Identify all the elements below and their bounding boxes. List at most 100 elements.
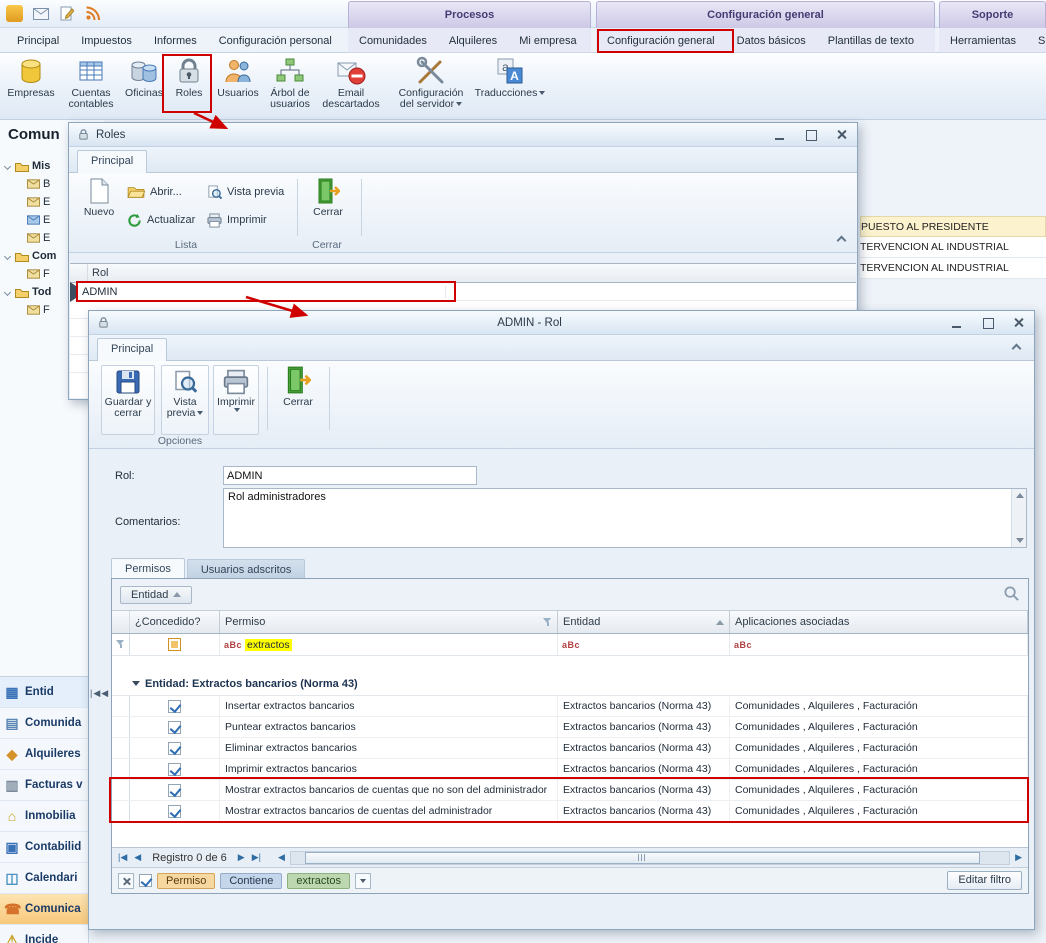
vista-previa-button[interactable]: Vista previa xyxy=(207,181,284,203)
table-row[interactable]: Insertar extractos bancarios Extractos b… xyxy=(112,696,1028,717)
app-logo-icon[interactable] xyxy=(6,5,23,22)
module-comunicaciones[interactable]: ☎Comunica xyxy=(0,894,88,925)
abrir-button[interactable]: Abrir... xyxy=(127,181,182,203)
traducciones-button[interactable]: aA Traducciones xyxy=(470,55,550,117)
remove-filter-button[interactable] xyxy=(118,873,134,889)
cerrar-button[interactable]: Cerrar xyxy=(307,177,349,218)
module-contabilidad[interactable]: ▣Contabilid xyxy=(0,832,88,863)
oficinas-button[interactable]: Oficinas xyxy=(122,55,166,117)
cerrar-button[interactable]: Cerrar xyxy=(275,365,321,435)
scroll-right-button[interactable]: ▶ xyxy=(1013,852,1024,863)
search-icon[interactable] xyxy=(1003,585,1020,605)
table-row[interactable]: Imprimir extractos bancarios Extractos b… xyxy=(112,759,1028,780)
tab-soporte-cut[interactable]: S xyxy=(1027,29,1046,53)
granted-checkbox[interactable] xyxy=(168,700,181,713)
scroll-left-button[interactable]: ◀ xyxy=(276,852,287,863)
collapse-panel-button[interactable]: |◀◀ xyxy=(90,688,109,699)
last-record-button[interactable]: ▶| xyxy=(250,852,263,863)
filter-field-chip[interactable]: Permiso xyxy=(157,873,215,889)
usuarios-button[interactable]: Usuarios xyxy=(214,55,262,117)
collapse-ribbon-icon[interactable] xyxy=(1012,344,1022,354)
tab-mi-empresa[interactable]: Mi empresa xyxy=(508,29,587,53)
module-facturas[interactable]: ▥Facturas v xyxy=(0,770,88,801)
tab-principal[interactable]: Principal xyxy=(6,29,70,53)
granted-checkbox[interactable] xyxy=(168,805,181,818)
horizontal-scrollbar[interactable] xyxy=(290,851,1010,865)
tab-informes[interactable]: Informes xyxy=(143,29,208,53)
module-calendario[interactable]: ◫Calendari xyxy=(0,863,88,894)
table-row[interactable]: Mostrar extractos bancarios de cuentas q… xyxy=(112,780,1028,801)
arbol-usuarios-button[interactable]: Árbol de usuarios xyxy=(264,55,316,117)
nuevo-button[interactable]: Nuevo xyxy=(79,177,119,218)
roles-dialog-titlebar[interactable]: Roles xyxy=(69,123,857,147)
table-row[interactable]: TERVENCION AL INDUSTRIAL xyxy=(860,237,1046,258)
granted-filter-checkbox[interactable] xyxy=(168,638,181,651)
tab-plantillas-texto[interactable]: Plantillas de texto xyxy=(817,29,925,53)
filter-enabled-checkbox[interactable] xyxy=(139,874,152,887)
minimize-button[interactable] xyxy=(949,316,964,329)
tab-principal[interactable]: Principal xyxy=(97,338,167,361)
module-entidades[interactable]: ▦Entid xyxy=(0,677,88,708)
group-by-entidad-button[interactable]: Entidad xyxy=(120,586,192,604)
granted-checkbox[interactable] xyxy=(168,784,181,797)
table-row[interactable]: Eliminar extractos bancarios Extractos b… xyxy=(112,738,1028,759)
roles-button[interactable]: Roles xyxy=(166,55,212,117)
granted-checkbox[interactable] xyxy=(168,742,181,755)
table-row[interactable]: TERVENCION AL INDUSTRIAL xyxy=(860,258,1046,279)
tab-usuarios-adscritos[interactable]: Usuarios adscritos xyxy=(187,559,305,578)
column-entidad[interactable]: Entidad xyxy=(558,611,730,633)
module-alquileres[interactable]: ◆Alquileres xyxy=(0,739,88,770)
filter-value-chip[interactable]: extractos xyxy=(287,873,350,889)
rol-input[interactable] xyxy=(223,466,477,485)
tab-datos-basicos[interactable]: Datos básicos xyxy=(726,29,817,53)
mail-icon[interactable] xyxy=(32,5,49,22)
tab-configuracion-personal[interactable]: Configuración personal xyxy=(208,29,343,53)
comentarios-input[interactable]: Rol administradores xyxy=(223,488,1027,548)
edit-filter-button[interactable]: Editar filtro xyxy=(947,871,1022,890)
granted-checkbox[interactable] xyxy=(168,763,181,776)
close-button[interactable] xyxy=(1011,316,1026,329)
close-button[interactable] xyxy=(834,128,849,141)
tab-comunidades[interactable]: Comunidades xyxy=(348,29,438,53)
table-row[interactable]: PUESTO AL PRESIDENTE xyxy=(860,216,1046,237)
guardar-y-cerrar-button[interactable]: Guardar y cerrar xyxy=(101,365,155,435)
maximize-button[interactable] xyxy=(803,128,818,141)
table-row[interactable]: Mostrar extractos bancarios de cuentas d… xyxy=(112,801,1028,822)
tab-principal[interactable]: Principal xyxy=(77,150,147,173)
tab-alquileres[interactable]: Alquileres xyxy=(438,29,508,53)
apps-filter-cell[interactable]: aBc xyxy=(730,634,1028,655)
table-row[interactable]: Puntear extractos bancarios Extractos ba… xyxy=(112,717,1028,738)
actualizar-button[interactable]: Actualizar xyxy=(127,209,195,231)
maximize-button[interactable] xyxy=(980,316,995,329)
column-aplicaciones[interactable]: Aplicaciones asociadas xyxy=(730,611,1028,633)
imprimir-button[interactable]: Imprimir xyxy=(213,365,259,435)
module-incidencias[interactable]: ⚠Incide xyxy=(0,925,88,943)
admin-dialog-titlebar[interactable]: ADMIN - Rol xyxy=(89,311,1034,335)
group-row[interactable]: Entidad: Extractos bancarios (Norma 43) xyxy=(112,672,1028,696)
cuentas-contables-button[interactable]: Cuentas contables xyxy=(62,55,120,117)
scrollbar-thumb[interactable] xyxy=(305,852,980,864)
column-permiso[interactable]: Permiso xyxy=(220,611,558,633)
column-concedido[interactable]: ¿Concedido? xyxy=(130,611,220,633)
filter-icon[interactable] xyxy=(543,618,552,627)
next-record-button[interactable]: ▶ xyxy=(236,852,247,863)
empresas-button[interactable]: Empresas xyxy=(4,55,58,117)
collapse-ribbon-icon[interactable] xyxy=(837,236,847,246)
entidad-filter-cell[interactable]: aBc xyxy=(558,634,730,655)
module-inmobiliaria[interactable]: ⌂Inmobilia xyxy=(0,801,88,832)
feed-icon[interactable] xyxy=(84,5,101,22)
minimize-button[interactable] xyxy=(772,128,787,141)
first-record-button[interactable]: |◀ xyxy=(116,852,129,863)
vista-previa-button[interactable]: Vista previa xyxy=(161,365,209,435)
filter-operator-chip[interactable]: Contiene xyxy=(220,873,282,889)
email-descartados-button[interactable]: Email descartados xyxy=(318,55,384,117)
vertical-scrollbar[interactable] xyxy=(1011,489,1026,547)
imprimir-button[interactable]: Imprimir xyxy=(207,209,267,231)
permiso-filter-cell[interactable]: aBcextractos xyxy=(220,634,558,655)
tab-herramientas[interactable]: Herramientas xyxy=(939,29,1027,53)
configuracion-servidor-button[interactable]: Configuración del servidor xyxy=(392,55,470,117)
tab-permisos[interactable]: Permisos xyxy=(111,558,185,579)
table-row[interactable]: ADMIN xyxy=(70,283,856,301)
granted-checkbox[interactable] xyxy=(168,721,181,734)
edit-icon[interactable] xyxy=(58,5,75,22)
